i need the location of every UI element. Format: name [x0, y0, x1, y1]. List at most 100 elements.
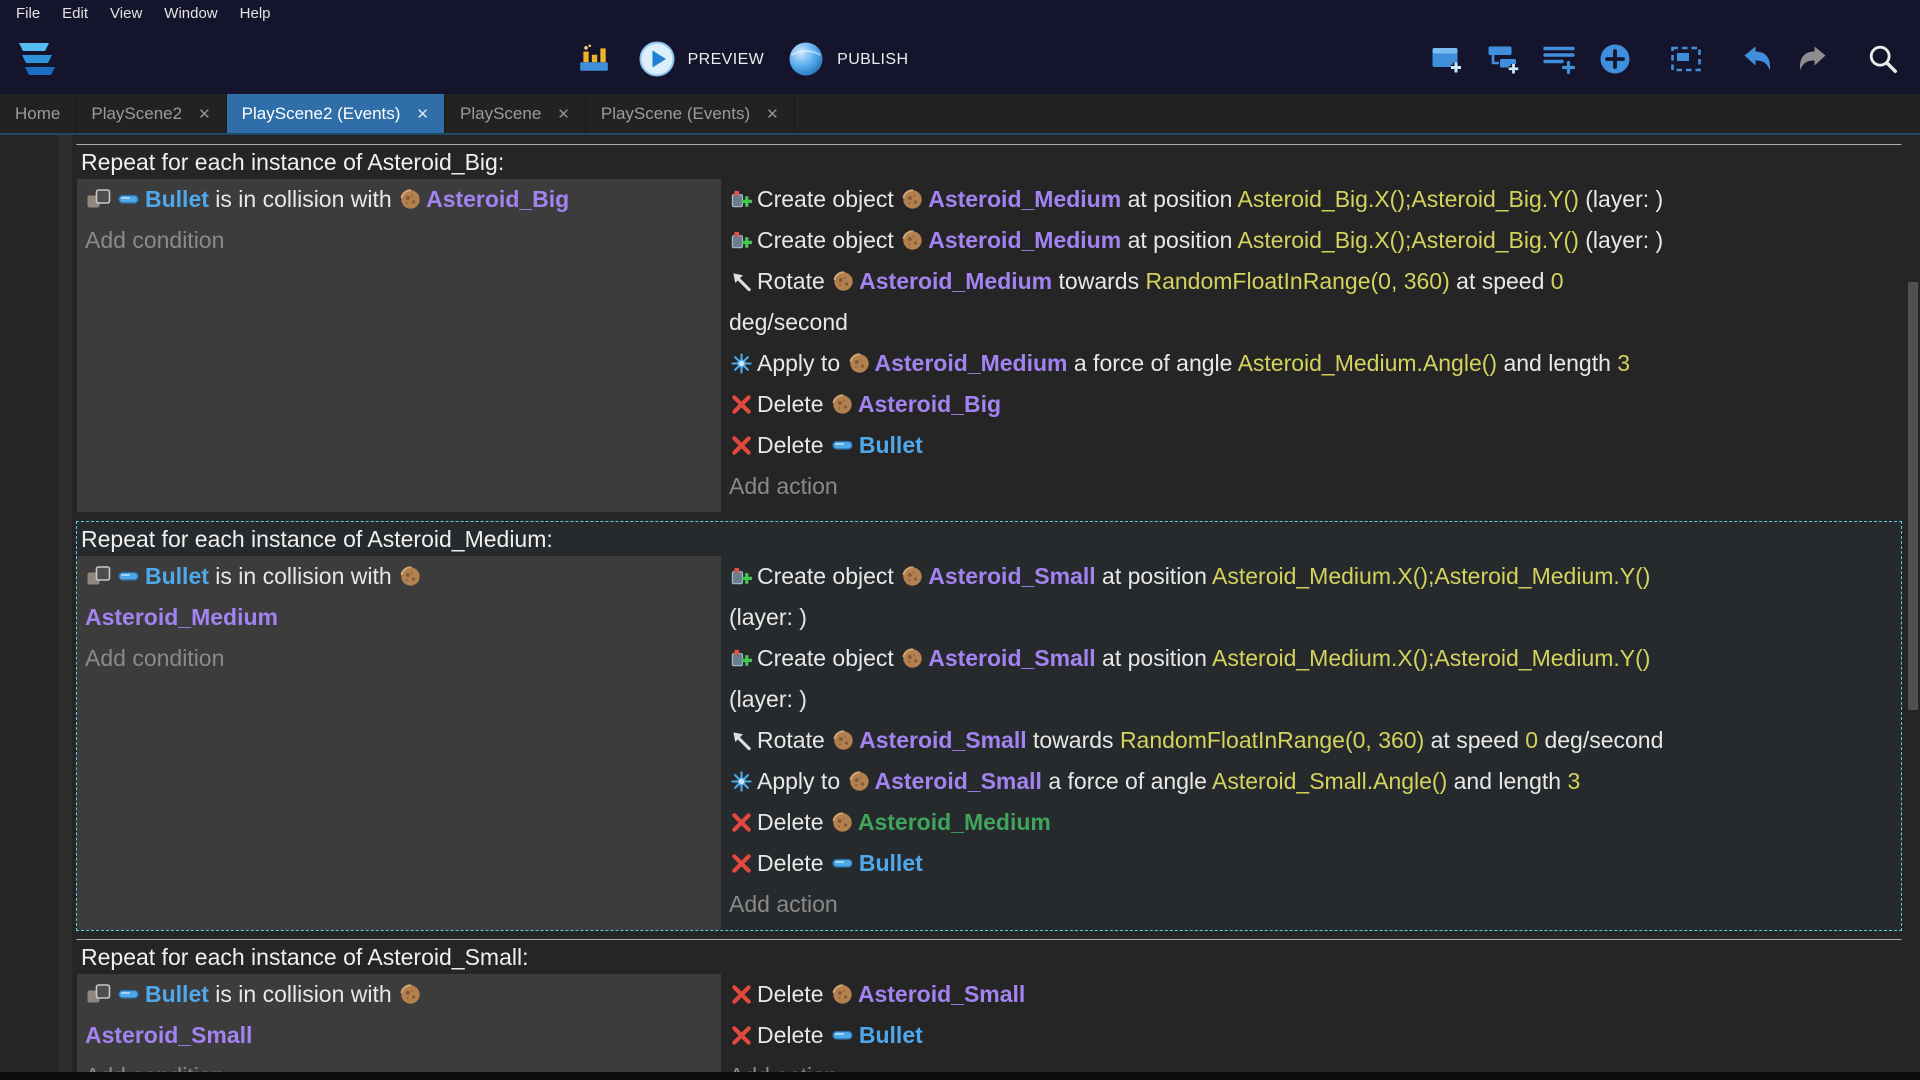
action-row[interactable]: Apply to Asteroid_Medium a force of angl… — [729, 343, 1895, 384]
tab-playscene-events[interactable]: PlayScene (Events)✕ — [586, 94, 795, 133]
object-name: Asteroid_Big — [858, 391, 1001, 417]
action-row[interactable]: Create object Asteroid_Small at position… — [729, 556, 1895, 638]
expression: Asteroid_Small.Angle() — [1212, 768, 1447, 794]
add-condition-button[interactable]: Add condition — [85, 220, 711, 261]
event-2[interactable]: Repeat for each instance of Asteroid_Med… — [76, 521, 1902, 931]
bullet-icon — [831, 433, 855, 457]
add-condition-button[interactable]: Add condition — [85, 1056, 711, 1072]
event-body: Bullet is in collision with Asteroid_Big… — [77, 179, 1901, 512]
action-row[interactable]: Delete Bullet — [729, 1015, 1895, 1056]
text-segment: towards — [1027, 727, 1120, 753]
menu-item-edit[interactable]: Edit — [51, 5, 99, 22]
rotate-icon — [730, 729, 753, 752]
add-action-button[interactable]: Add action — [729, 1056, 1895, 1072]
add-condition-button[interactable]: Add condition — [85, 638, 711, 679]
expression: 3 — [1567, 768, 1580, 794]
delete-icon — [730, 393, 753, 416]
event-repeat-header[interactable]: Repeat for each instance of Asteroid_Med… — [77, 522, 1901, 556]
tab-playscene[interactable]: PlayScene✕ — [445, 94, 586, 133]
object-name: Asteroid_Big — [426, 186, 569, 212]
tab-label: PlayScene2 — [91, 104, 182, 124]
tab-playscene2[interactable]: PlayScene2 ✕ — [76, 94, 226, 133]
text-segment: at position — [1121, 227, 1237, 253]
asteroid-icon — [831, 393, 854, 416]
preview-button[interactable]: PREVIEW — [637, 43, 765, 78]
action-row[interactable]: Delete Bullet — [729, 425, 1895, 466]
scrollbar-thumb[interactable] — [1908, 282, 1918, 710]
select-events-button[interactable] — [1667, 44, 1708, 77]
delete-icon — [730, 434, 753, 457]
gdevelop-logo[interactable] — [10, 39, 56, 81]
object-name: Asteroid_Small — [85, 1022, 252, 1048]
asteroid-icon — [832, 270, 855, 293]
condition-row[interactable]: Bullet is in collision with Asteroid_Big — [85, 179, 711, 220]
tab-close-icon[interactable]: ✕ — [198, 105, 211, 123]
object-name: Asteroid_Medium — [859, 268, 1052, 294]
event-body: Bullet is in collision with Asteroid_Med… — [77, 556, 1901, 930]
event-3[interactable]: Repeat for each instance of Asteroid_Sma… — [76, 939, 1902, 1072]
menu-item-file[interactable]: File — [5, 5, 51, 22]
object-name: Asteroid_Small — [875, 768, 1042, 794]
action-row[interactable]: Delete Asteroid_Big — [729, 384, 1895, 425]
action-row[interactable]: Rotate Asteroid_Medium towards RandomFlo… — [729, 261, 1895, 343]
action-row[interactable]: Create object Asteroid_Medium at positio… — [729, 220, 1895, 261]
text-segment: towards — [1052, 268, 1145, 294]
text-segment: at position — [1096, 645, 1212, 671]
toolbar-center: PREVIEW PUBLISH — [56, 43, 1428, 78]
action-row[interactable]: Create object Asteroid_Medium at positio… — [729, 179, 1895, 220]
action-row[interactable]: Apply to Asteroid_Small a force of angle… — [729, 761, 1895, 802]
text-segment: at speed — [1424, 727, 1525, 753]
tab-close-icon[interactable]: ✕ — [766, 105, 779, 123]
menu-item-window[interactable]: Window — [153, 5, 228, 22]
undo-button[interactable] — [1738, 44, 1779, 77]
redo-button[interactable] — [1794, 44, 1835, 77]
event-1[interactable]: Repeat for each instance of Asteroid_Big… — [76, 144, 1902, 513]
delete-icon — [730, 1024, 753, 1047]
publish-button[interactable]: PUBLISH — [786, 43, 908, 78]
action-row[interactable]: Create object Asteroid_Small at position… — [729, 638, 1895, 720]
tab-close-icon[interactable]: ✕ — [557, 105, 570, 123]
rotate-icon — [730, 270, 753, 293]
object-name: Bullet — [859, 850, 923, 876]
search-button[interactable] — [1865, 45, 1904, 76]
choose-event-button[interactable] — [1596, 44, 1637, 77]
object-name: Bullet — [145, 981, 209, 1007]
action-row[interactable]: Rotate Asteroid_Small towards RandomFloa… — [729, 720, 1895, 761]
tab-playscene2-events[interactable]: PlayScene2 (Events) ✕ — [227, 94, 445, 133]
action-row[interactable]: Delete Bullet — [729, 843, 1895, 884]
text-segment: at position — [1096, 563, 1212, 589]
create-icon — [730, 565, 753, 588]
add-action-button[interactable]: Add action — [729, 884, 1895, 925]
debugger-button[interactable] — [576, 45, 615, 76]
tab-home[interactable]: Home — [0, 94, 76, 133]
action-row[interactable]: Delete Asteroid_Medium — [729, 802, 1895, 843]
menu-item-view[interactable]: View — [99, 5, 153, 22]
event-repeat-header[interactable]: Repeat for each instance of Asteroid_Big… — [77, 145, 1901, 179]
action-row[interactable]: Delete Asteroid_Small — [729, 974, 1895, 1015]
condition-row[interactable]: Bullet is in collision with Asteroid_Sma… — [85, 974, 711, 1056]
tab-close-icon[interactable]: ✕ — [416, 105, 429, 123]
conditions-column: Bullet is in collision with Asteroid_Big… — [77, 179, 721, 512]
text-segment: and length — [1497, 350, 1617, 376]
add-comment-button[interactable] — [1540, 44, 1581, 77]
object-name: Asteroid_Medium — [85, 604, 278, 630]
collision-icon — [86, 564, 112, 588]
add-subevent-button[interactable] — [1484, 44, 1525, 77]
text-segment: a force of angle — [1042, 768, 1212, 794]
expression: Asteroid_Medium.Angle() — [1238, 350, 1498, 376]
add-action-button[interactable]: Add action — [729, 466, 1895, 507]
choose-event-icon — [1597, 41, 1633, 77]
actions-column: Create object Asteroid_Medium at positio… — [721, 179, 1901, 512]
event-repeat-header[interactable]: Repeat for each instance of Asteroid_Sma… — [77, 940, 1901, 974]
preview-play-icon — [638, 40, 676, 78]
tab-label: PlayScene2 (Events) — [242, 104, 401, 124]
condition-row[interactable]: Bullet is in collision with Asteroid_Med… — [85, 556, 711, 638]
scrollbar[interactable] — [1906, 135, 1920, 1072]
menu-item-help[interactable]: Help — [229, 5, 282, 22]
object-name: Bullet — [145, 186, 209, 212]
add-event-button[interactable] — [1428, 44, 1469, 77]
publish-globe-icon — [787, 40, 825, 78]
add-event-icon — [1429, 41, 1465, 77]
object-name: Bullet — [859, 432, 923, 458]
add-comment-icon — [1541, 41, 1577, 77]
